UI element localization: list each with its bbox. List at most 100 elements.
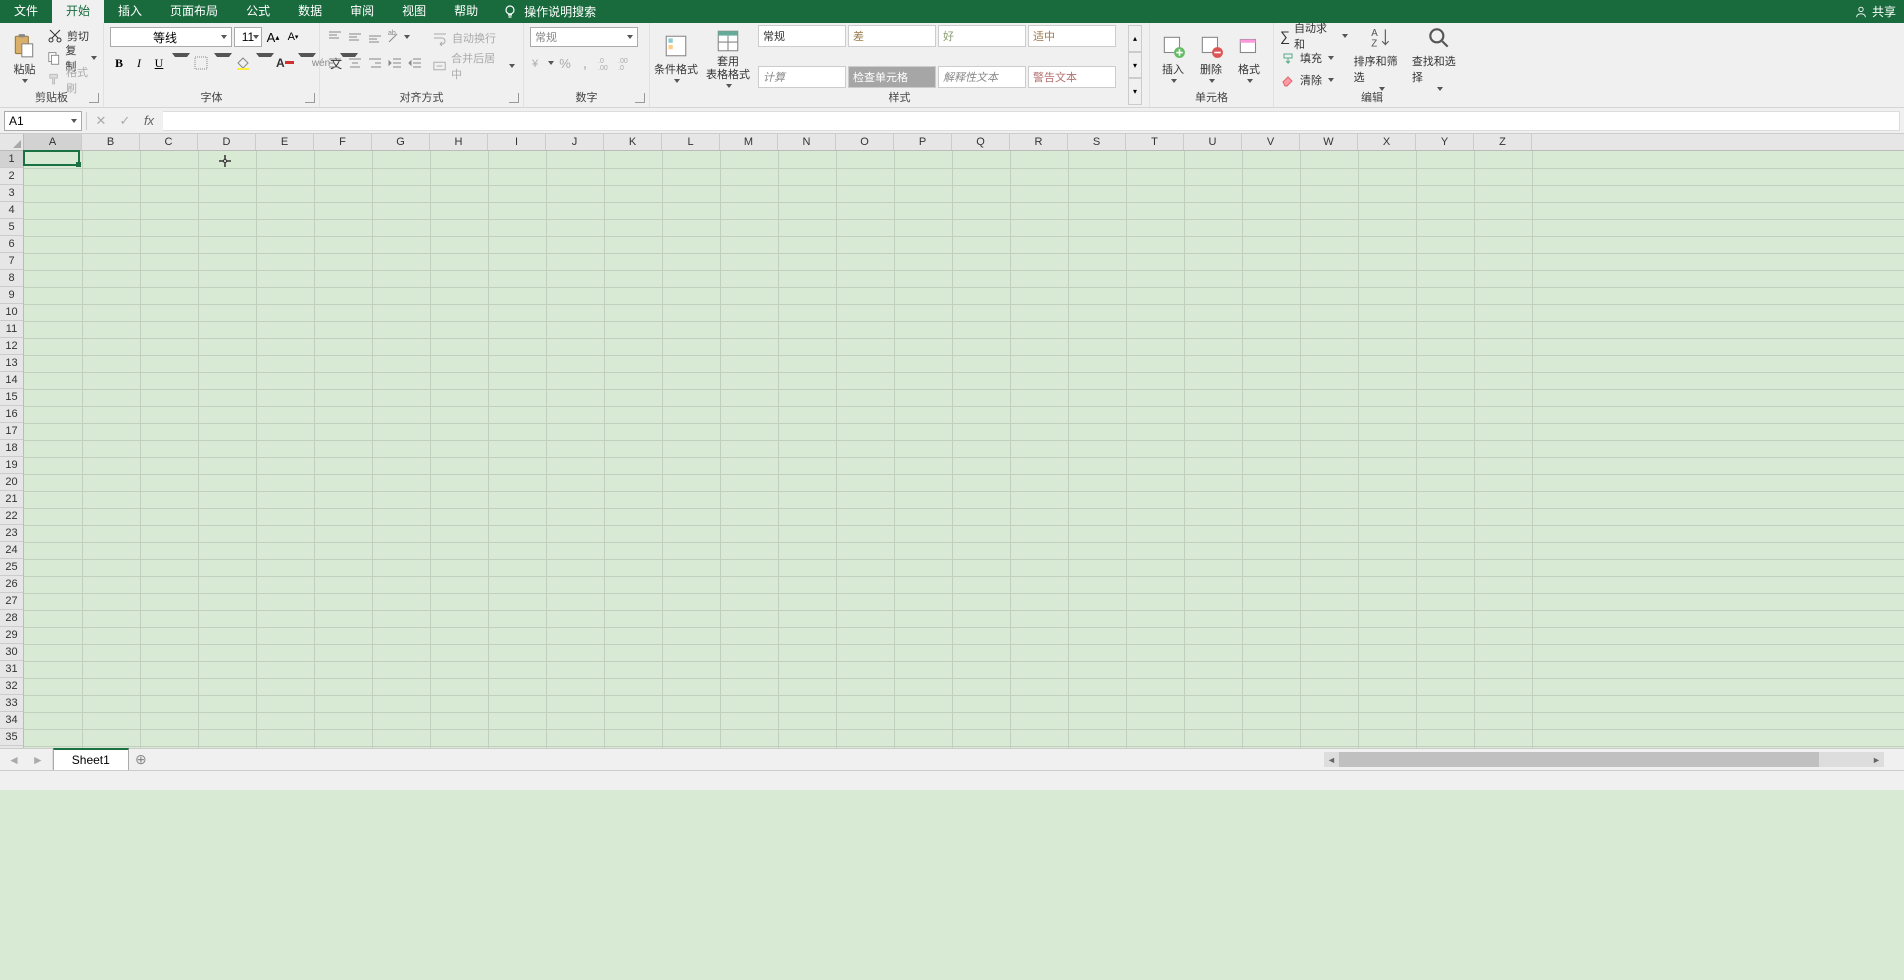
row-header-8[interactable]: 8: [0, 270, 23, 287]
scroll-right-button[interactable]: ►: [1869, 752, 1884, 767]
insert-function-button[interactable]: fx: [139, 111, 159, 131]
style-normal[interactable]: 常规: [758, 25, 846, 47]
row-header-26[interactable]: 26: [0, 576, 23, 593]
col-header-Q[interactable]: Q: [952, 134, 1010, 150]
delete-cells-button[interactable]: 删除: [1192, 25, 1230, 91]
gallery-up-button[interactable]: ▴: [1128, 25, 1142, 52]
row-header-2[interactable]: 2: [0, 168, 23, 185]
row-header-20[interactable]: 20: [0, 474, 23, 491]
row-header-23[interactable]: 23: [0, 525, 23, 542]
style-bad[interactable]: 差: [848, 25, 936, 47]
row-header-6[interactable]: 6: [0, 236, 23, 253]
tab-view[interactable]: 视图: [388, 0, 440, 23]
col-header-P[interactable]: P: [894, 134, 952, 150]
alignment-dialog-launcher[interactable]: [509, 93, 519, 103]
bold-button[interactable]: B: [110, 53, 128, 73]
row-header-35[interactable]: 35: [0, 729, 23, 746]
sheet-tab-active[interactable]: Sheet1: [53, 748, 129, 770]
col-header-L[interactable]: L: [662, 134, 720, 150]
tab-file[interactable]: 文件: [0, 0, 52, 23]
col-header-E[interactable]: E: [256, 134, 314, 150]
paste-button[interactable]: 粘贴: [4, 25, 45, 91]
col-header-J[interactable]: J: [546, 134, 604, 150]
row-header-28[interactable]: 28: [0, 610, 23, 627]
confirm-edit-button[interactable]: ✓: [115, 111, 135, 131]
col-header-H[interactable]: H: [430, 134, 488, 150]
tab-home[interactable]: 开始: [52, 0, 104, 23]
insert-cells-button[interactable]: 插入: [1154, 25, 1192, 91]
col-header-U[interactable]: U: [1184, 134, 1242, 150]
sheet-nav[interactable]: ◄ ►: [0, 749, 53, 770]
percent-button[interactable]: %: [556, 53, 574, 73]
merge-center-button[interactable]: 合并后居中: [430, 55, 517, 77]
col-header-T[interactable]: T: [1126, 134, 1184, 150]
tab-help[interactable]: 帮助: [440, 0, 492, 23]
col-header-D[interactable]: D: [198, 134, 256, 150]
fill-button[interactable]: 填充: [1278, 47, 1350, 69]
italic-button[interactable]: I: [130, 53, 148, 73]
find-select-button[interactable]: 查找和选择: [1412, 25, 1466, 91]
row-header-21[interactable]: 21: [0, 491, 23, 508]
style-warn[interactable]: 警告文本: [1028, 66, 1116, 88]
row-header-10[interactable]: 10: [0, 304, 23, 321]
style-explain[interactable]: 解释性文本: [938, 66, 1026, 88]
cancel-edit-button[interactable]: ✕: [91, 111, 111, 131]
chevron-down-icon[interactable]: [214, 53, 232, 73]
add-sheet-button[interactable]: ⊕: [129, 749, 153, 770]
clipboard-dialog-launcher[interactable]: [89, 93, 99, 103]
decrease-decimal-button[interactable]: .00.0: [616, 53, 634, 73]
row-header-32[interactable]: 32: [0, 678, 23, 695]
sort-filter-button[interactable]: AZ 排序和筛选: [1354, 25, 1408, 91]
align-left-button[interactable]: [326, 53, 344, 73]
increase-indent-button[interactable]: [406, 53, 424, 73]
col-header-F[interactable]: F: [314, 134, 372, 150]
row-header-33[interactable]: 33: [0, 695, 23, 712]
row-header-16[interactable]: 16: [0, 406, 23, 423]
style-check[interactable]: 检查单元格: [848, 66, 936, 88]
currency-button[interactable]: ¥: [530, 53, 554, 73]
row-header-17[interactable]: 17: [0, 423, 23, 440]
tab-review[interactable]: 审阅: [336, 0, 388, 23]
align-right-button[interactable]: [366, 53, 384, 73]
row-header-30[interactable]: 30: [0, 644, 23, 661]
row-header-3[interactable]: 3: [0, 185, 23, 202]
tab-data[interactable]: 数据: [284, 0, 336, 23]
row-header-22[interactable]: 22: [0, 508, 23, 525]
row-header-15[interactable]: 15: [0, 389, 23, 406]
clear-button[interactable]: 清除: [1278, 69, 1350, 91]
number-format-select[interactable]: 常规: [530, 27, 638, 47]
row-header-12[interactable]: 12: [0, 338, 23, 355]
decrease-font-button[interactable]: A▾: [284, 27, 302, 47]
row-header-34[interactable]: 34: [0, 712, 23, 729]
col-header-G[interactable]: G: [372, 134, 430, 150]
row-header-29[interactable]: 29: [0, 627, 23, 644]
col-header-Z[interactable]: Z: [1474, 134, 1532, 150]
row-header-9[interactable]: 9: [0, 287, 23, 304]
horizontal-scrollbar[interactable]: ◄ ►: [1324, 752, 1884, 767]
chevron-down-icon[interactable]: [256, 53, 274, 73]
row-header-19[interactable]: 19: [0, 457, 23, 474]
tab-page-layout[interactable]: 页面布局: [156, 0, 232, 23]
row-header-11[interactable]: 11: [0, 321, 23, 338]
borders-button[interactable]: [192, 53, 210, 73]
row-header-14[interactable]: 14: [0, 372, 23, 389]
row-header-5[interactable]: 5: [0, 219, 23, 236]
style-good[interactable]: 好: [938, 25, 1026, 47]
number-dialog-launcher[interactable]: [635, 93, 645, 103]
col-header-A[interactable]: A: [24, 134, 82, 150]
autosum-button[interactable]: ∑ 自动求和: [1278, 25, 1350, 47]
active-cell[interactable]: [23, 150, 80, 166]
align-bottom-button[interactable]: [366, 27, 384, 47]
table-format-button[interactable]: 套用 表格格式: [702, 25, 754, 91]
col-header-Y[interactable]: Y: [1416, 134, 1474, 150]
col-header-I[interactable]: I: [488, 134, 546, 150]
row-header-31[interactable]: 31: [0, 661, 23, 678]
align-top-button[interactable]: [326, 27, 344, 47]
formula-input[interactable]: [163, 111, 1900, 131]
col-header-N[interactable]: N: [778, 134, 836, 150]
col-header-O[interactable]: O: [836, 134, 894, 150]
align-center-button[interactable]: [346, 53, 364, 73]
col-header-W[interactable]: W: [1300, 134, 1358, 150]
chevron-down-icon[interactable]: [172, 53, 190, 73]
row-header-1[interactable]: 1: [0, 151, 23, 168]
